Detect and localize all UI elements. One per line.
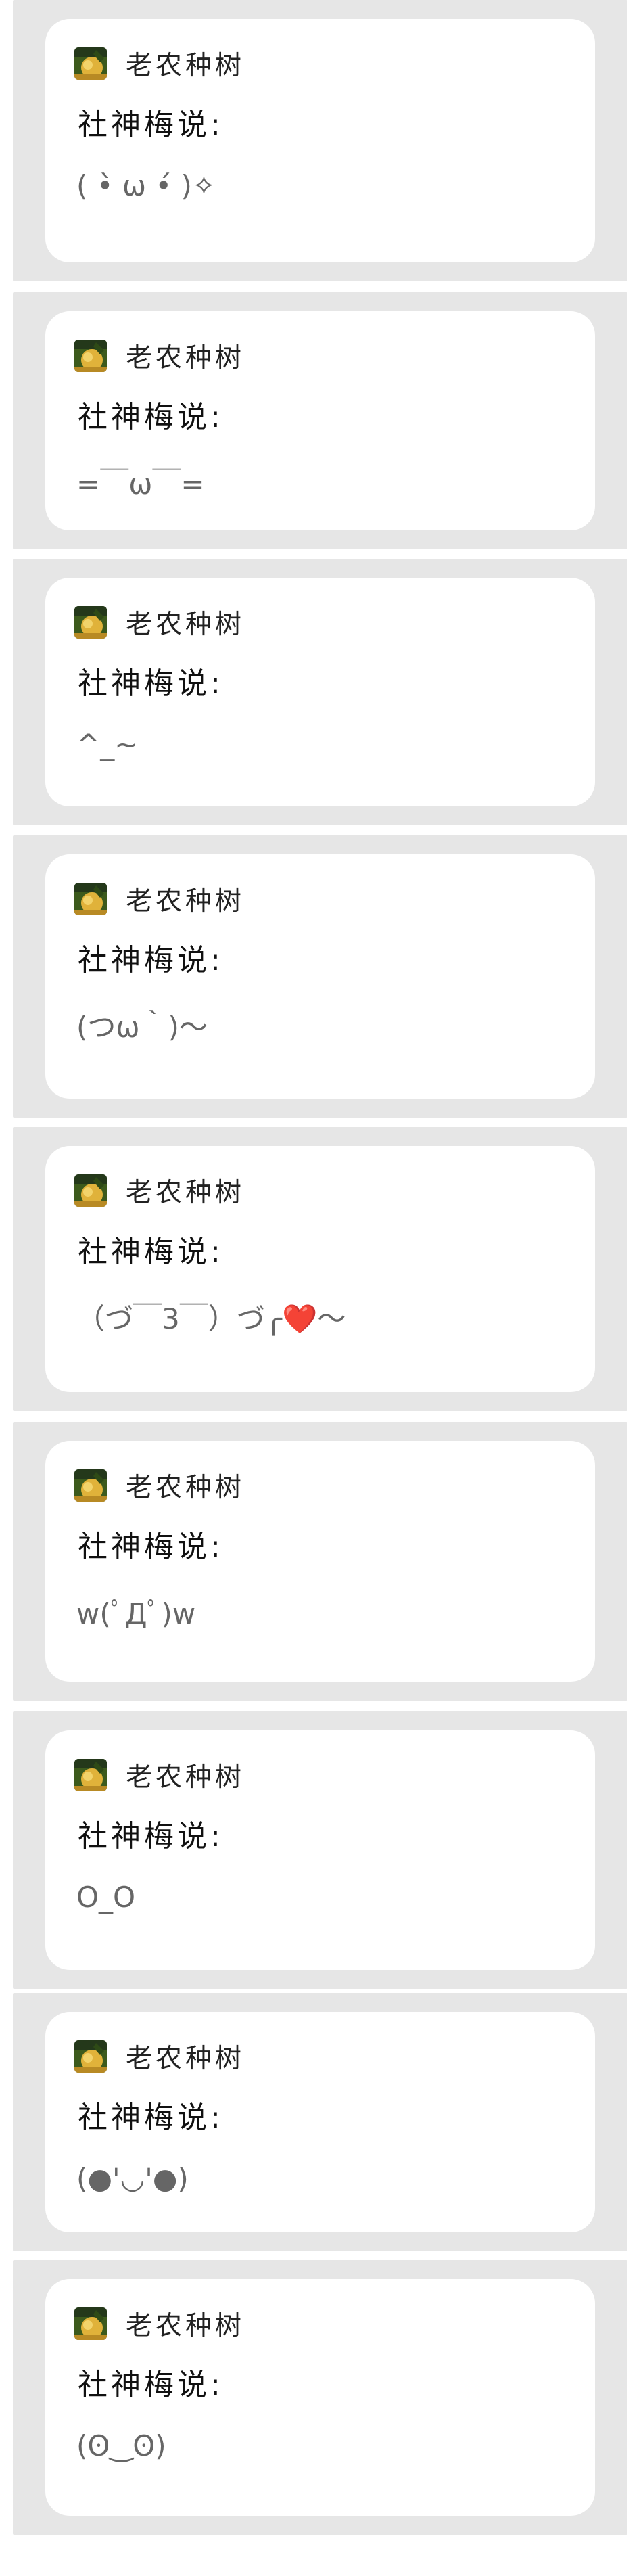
- user-row[interactable]: 老农种树: [74, 1467, 245, 1504]
- avatar[interactable]: [74, 1759, 107, 1791]
- speaker-label: 社神梅说:: [78, 2100, 224, 2135]
- username[interactable]: 老农种树: [126, 337, 245, 375]
- post-panel-1: 老农种树 社神梅说: ( •̀ ω •́ )✧: [13, 0, 627, 281]
- speaker-label: 社神梅说:: [78, 108, 224, 142]
- user-row[interactable]: 老农种树: [74, 45, 245, 83]
- user-row[interactable]: 老农种树: [74, 1172, 245, 1210]
- speaker-label: 社神梅说:: [78, 943, 224, 978]
- avatar-image-icon: [74, 606, 107, 639]
- post-card[interactable]: 老农种树 社神梅说: (●'◡'●): [45, 2012, 595, 2232]
- avatar[interactable]: [74, 606, 107, 639]
- username[interactable]: 老农种树: [126, 2038, 245, 2075]
- post-panel-7: 老农种树 社神梅说: O_O: [13, 1711, 627, 1989]
- username[interactable]: 老农种树: [126, 880, 245, 918]
- avatar-image-icon: [74, 340, 107, 372]
- speaker-label: 社神梅说:: [78, 1530, 224, 1564]
- post-card[interactable]: 老农种树 社神梅说: O_O: [45, 1730, 595, 1970]
- speaker-label: 社神梅说:: [78, 666, 224, 701]
- username[interactable]: 老农种树: [126, 603, 245, 641]
- post-card[interactable]: 老农种树 社神梅说: ( •̀ ω •́ )✧: [45, 19, 595, 262]
- avatar[interactable]: [74, 883, 107, 915]
- post-card[interactable]: 老农种树 社神梅说: ^_~: [45, 578, 595, 806]
- speaker-label: 社神梅说:: [78, 400, 224, 434]
- post-card[interactable]: 老农种树 社神梅说: （づ￣3￣）づ╭❤️～: [45, 1146, 595, 1392]
- user-row[interactable]: 老农种树: [74, 1756, 245, 1794]
- emoticon-text: （づ￣3￣）づ╭❤️～: [76, 1296, 346, 1337]
- avatar-image-icon: [74, 1174, 107, 1207]
- post-panel-5: 老农种树 社神梅说: （づ￣3￣）づ╭❤️～: [13, 1127, 627, 1411]
- post-card[interactable]: 老农种树 社神梅说: w(ﾟДﾟ)w: [45, 1441, 595, 1682]
- post-panel-6: 老农种树 社神梅说: w(ﾟДﾟ)w: [13, 1422, 627, 1701]
- avatar[interactable]: [74, 2040, 107, 2073]
- avatar-image-icon: [74, 1469, 107, 1502]
- post-card[interactable]: 老农种树 社神梅说: (つω｀)～: [45, 854, 595, 1099]
- avatar[interactable]: [74, 47, 107, 80]
- post-card[interactable]: 老农种树 社神梅说: (ʘ‿ʘ): [45, 2279, 595, 2516]
- post-panel-2: 老农种树 社神梅说: =￣ω￣=: [13, 292, 627, 549]
- avatar[interactable]: [74, 2307, 107, 2340]
- emoticon-text: ^_~: [76, 728, 139, 761]
- user-row[interactable]: 老农种树: [74, 603, 245, 641]
- avatar-image-icon: [74, 2040, 107, 2073]
- avatar-image-icon: [74, 2307, 107, 2340]
- speaker-label: 社神梅说:: [78, 2368, 224, 2402]
- username[interactable]: 老农种树: [126, 45, 245, 83]
- emoticon-text: (ʘ‿ʘ): [76, 2429, 166, 2462]
- avatar[interactable]: [74, 1174, 107, 1207]
- avatar[interactable]: [74, 1469, 107, 1502]
- avatar[interactable]: [74, 340, 107, 372]
- user-row[interactable]: 老农种树: [74, 337, 245, 375]
- emoticon-text: w(ﾟДﾟ)w: [76, 1597, 196, 1630]
- post-card[interactable]: 老农种树 社神梅说: =￣ω￣=: [45, 311, 595, 530]
- emoticon-text: ( •̀ ω •́ )✧: [76, 169, 216, 202]
- emoticon-fragment: ～: [317, 1302, 346, 1335]
- emoticon-text: (●'◡'●): [76, 2162, 189, 2195]
- avatar-image-icon: [74, 1759, 107, 1791]
- emoticon-text: =￣ω￣=: [76, 467, 205, 501]
- avatar-image-icon: [74, 883, 107, 915]
- avatar-image-icon: [74, 47, 107, 80]
- post-panel-8: 老农种树 社神梅说: (●'◡'●): [13, 1993, 627, 2251]
- speaker-label: 社神梅说:: [78, 1235, 224, 1269]
- user-row[interactable]: 老农种树: [74, 880, 245, 918]
- post-panel-9: 老农种树 社神梅说: (ʘ‿ʘ): [13, 2260, 627, 2535]
- user-row[interactable]: 老农种树: [74, 2305, 245, 2343]
- user-row[interactable]: 老农种树: [74, 2038, 245, 2075]
- post-panel-3: 老农种树 社神梅说: ^_~: [13, 559, 627, 825]
- username[interactable]: 老农种树: [126, 1172, 245, 1210]
- heart-icon: ❤️: [282, 1302, 318, 1335]
- emoticon-text: (つω｀)～: [76, 1011, 208, 1044]
- username[interactable]: 老农种树: [126, 1467, 245, 1504]
- speaker-label: 社神梅说:: [78, 1819, 224, 1854]
- emoticon-fragment: （づ￣3￣）づ╭: [76, 1302, 283, 1335]
- emoticon-text: O_O: [76, 1881, 136, 1914]
- username[interactable]: 老农种树: [126, 1756, 245, 1794]
- post-panel-4: 老农种树 社神梅说: (つω｀)～: [13, 835, 627, 1118]
- username[interactable]: 老农种树: [126, 2305, 245, 2343]
